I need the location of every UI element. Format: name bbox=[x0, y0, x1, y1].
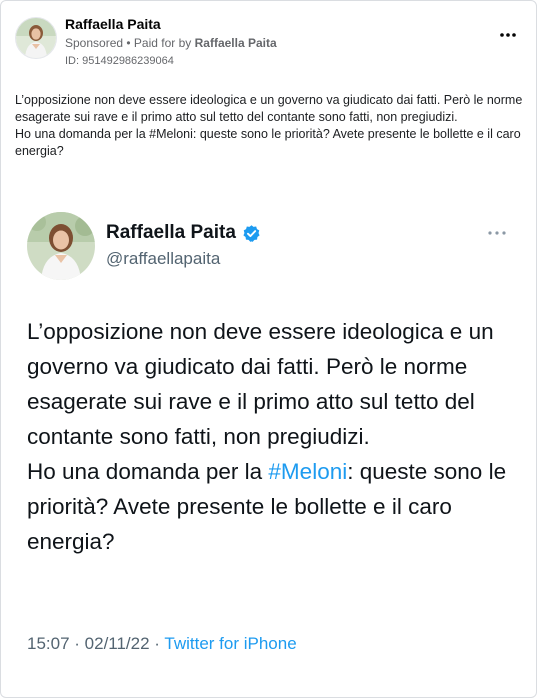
sponsored-label: Sponsored bbox=[65, 36, 124, 50]
tweet-paragraph: Ho una domanda per la #Meloni: queste so… bbox=[27, 454, 522, 559]
more-horizontal-icon bbox=[500, 33, 516, 37]
meta-separator: · bbox=[149, 634, 165, 653]
hashtag-link: #Meloni bbox=[268, 459, 348, 484]
ad-caption: L’opposizione non deve essere ideologica… bbox=[15, 92, 525, 160]
tweet-more-button bbox=[485, 226, 509, 240]
tweet-author-name: Raffaella Paita bbox=[106, 222, 261, 244]
paid-for-label: Paid for by bbox=[133, 36, 195, 50]
payer-name[interactable]: Raffaella Paita bbox=[195, 36, 277, 50]
tweet-author-label: Raffaella Paita bbox=[106, 222, 236, 243]
meta-separator: · bbox=[69, 634, 85, 653]
ad-card: Raffaella Paita Sponsored • Paid for by … bbox=[0, 0, 537, 698]
tweet-avatar bbox=[27, 212, 95, 280]
tweet-image[interactable]: Raffaella Paita @raffaellapaita L’opposi… bbox=[7, 196, 531, 690]
tweet-text-prefix: Ho una domanda per la bbox=[27, 459, 269, 484]
tweet-meta: 15:07 · 02/11/22 · Twitter for iPhone bbox=[27, 634, 297, 654]
more-options-button[interactable] bbox=[494, 25, 522, 45]
caption-paragraph: Ho una domanda per la #Meloni: queste so… bbox=[15, 127, 521, 158]
caption-paragraph: L’opposizione non deve essere ideologica… bbox=[15, 93, 523, 124]
sponsor-line: Sponsored • Paid for by Raffaella Paita bbox=[65, 36, 277, 50]
ad-id: ID: 951492986239064 bbox=[65, 55, 174, 67]
page-avatar[interactable] bbox=[15, 17, 57, 59]
ad-header: Raffaella Paita Sponsored • Paid for by … bbox=[15, 15, 522, 69]
tweet-time: 15:07 bbox=[27, 634, 70, 653]
tweet-text: L’opposizione non deve essere ideologica… bbox=[27, 314, 522, 559]
page-name[interactable]: Raffaella Paita bbox=[65, 16, 161, 32]
verified-badge-icon bbox=[243, 224, 260, 242]
tweet-handle: @raffaellapaita bbox=[106, 249, 221, 268]
more-horizontal-icon bbox=[488, 231, 506, 235]
tweet-paragraph: L’opposizione non deve essere ideologica… bbox=[27, 319, 494, 449]
separator: • bbox=[123, 36, 134, 50]
tweet-source: Twitter for iPhone bbox=[164, 634, 297, 653]
tweet-date: 02/11/22 bbox=[84, 634, 150, 653]
